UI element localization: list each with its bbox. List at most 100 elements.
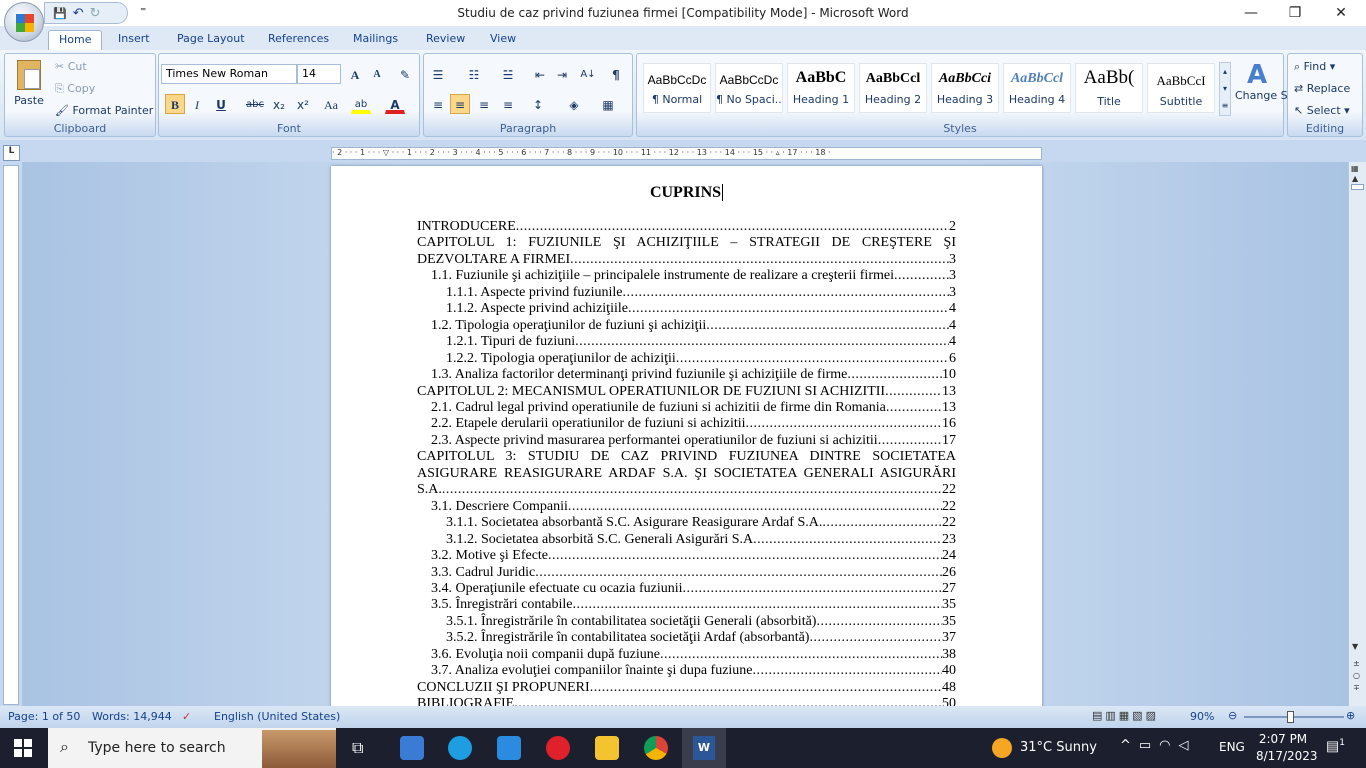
change-styles-button[interactable]: A Change Styles bbox=[1235, 60, 1314, 102]
document-page[interactable]: CUPRINS​ INTRODUCERE 2CAPITOLUL 1: FUZIUN… bbox=[331, 166, 1042, 706]
toc-entry[interactable]: 2.2. Etapele derularii operatiunilor de … bbox=[417, 416, 956, 432]
windows-start-icon[interactable] bbox=[14, 739, 32, 757]
line-spacing-button[interactable]: ↕ bbox=[528, 94, 548, 114]
paste-button[interactable]: Paste bbox=[11, 58, 47, 124]
underline-button[interactable]: U bbox=[211, 94, 231, 114]
style-heading-3[interactable]: AaBbCci Heading 3 bbox=[931, 63, 999, 113]
app-icon[interactable] bbox=[400, 736, 424, 760]
find-button[interactable]: ⌕ Find ▾ bbox=[1294, 60, 1335, 74]
page-count[interactable]: Page: 1 of 50 bbox=[8, 710, 80, 723]
align-right-button[interactable]: ≡ bbox=[474, 94, 494, 114]
office-button[interactable] bbox=[4, 2, 44, 42]
font-size-dropdown[interactable]: 14 bbox=[297, 64, 341, 84]
cut-button[interactable]: ✂ Cut bbox=[55, 60, 87, 73]
redo-icon[interactable]: ↻ bbox=[90, 6, 101, 21]
shrink-font-button[interactable]: A bbox=[367, 64, 387, 84]
subscript-button[interactable]: x₂ bbox=[269, 94, 289, 114]
zoom-in-icon[interactable]: ⊕ bbox=[1346, 709, 1355, 722]
justify-button[interactable]: ≡ bbox=[498, 94, 518, 114]
taskbar-search[interactable]: ⌕ Type here to search bbox=[48, 728, 336, 768]
toc-entry[interactable]: 1.2. Tipologia operaţiunilor de fuziuni … bbox=[417, 318, 956, 334]
tab-references[interactable]: References bbox=[258, 30, 339, 50]
toc-entry[interactable]: CAPITOLUL 2: MECANISMUL OPERATIUNILOR DE… bbox=[417, 384, 956, 400]
toc-entry[interactable]: 3.5. Înregistrări contabile 35 bbox=[417, 597, 956, 613]
toc-entry[interactable]: 3.7. Analiza evoluţiei companiilor înain… bbox=[417, 663, 956, 679]
edge-icon[interactable] bbox=[448, 736, 472, 760]
change-case-button[interactable]: Aa bbox=[317, 94, 345, 114]
toc-entry[interactable]: CONCLUZII ŞI PROPUNERI 48 bbox=[417, 680, 956, 696]
replace-button[interactable]: ⇄ Replace bbox=[1294, 82, 1350, 95]
format-painter-button[interactable]: 🖌 Format Painter bbox=[55, 104, 153, 117]
chrome-icon[interactable] bbox=[644, 736, 668, 760]
customize-qat-icon[interactable]: ⁼ bbox=[140, 4, 146, 18]
save-icon[interactable]: 💾 bbox=[53, 7, 67, 20]
horizontal-ruler[interactable]: · 2 · · · 1 · · · ▽ · · · 1 · · · 2 · · … bbox=[331, 147, 1042, 160]
view-buttons[interactable]: ▤▥▦▧▨ bbox=[1092, 709, 1159, 722]
vertical-scrollbar[interactable]: ▦ ▲ ▼ ± ○ ∓ bbox=[1348, 162, 1366, 706]
system-tray-icons[interactable]: ^▭◠◁ bbox=[1120, 738, 1197, 753]
toc-entry[interactable]: 3.5.1. Înregistrările în contabilitatea … bbox=[417, 614, 956, 630]
select-button[interactable]: ↖ Select ▾ bbox=[1294, 104, 1350, 117]
toc-entry[interactable]: 1.1.2. Aspecte privind achiziţiile 4 bbox=[417, 301, 956, 317]
font-name-dropdown[interactable]: Times New Roman bbox=[161, 64, 297, 84]
toc-entry[interactable]: 3.4. Operaţiunile efectuate cu ocazia fu… bbox=[417, 581, 956, 597]
style-heading-2[interactable]: AaBbCcl Heading 2 bbox=[859, 63, 927, 113]
show-formatting-button[interactable]: ¶ bbox=[606, 64, 626, 84]
tab-insert[interactable]: Insert bbox=[108, 30, 160, 50]
tab-mailings[interactable]: Mailings bbox=[343, 30, 408, 50]
tab-home[interactable]: Home bbox=[48, 30, 103, 50]
center-button[interactable]: ≡ bbox=[450, 94, 470, 114]
font-color-button[interactable]: A bbox=[385, 94, 405, 114]
style-normal[interactable]: AaBbCcDc ¶ Normal bbox=[643, 63, 711, 113]
superscript-button[interactable]: x² bbox=[293, 94, 313, 114]
style-title[interactable]: AaBb(Title bbox=[1075, 63, 1143, 113]
toc-entry[interactable]: 2.3. Aspecte privind masurarea performan… bbox=[417, 433, 956, 449]
increase-indent-button[interactable]: ⇥ bbox=[552, 64, 572, 84]
toc-entry[interactable]: 1.1.1. Aspecte privind fuziunile 3 bbox=[417, 285, 956, 301]
borders-button[interactable]: ▦ bbox=[598, 94, 618, 114]
numbering-button[interactable]: ☷ bbox=[464, 64, 484, 84]
strikethrough-button[interactable]: abc bbox=[245, 94, 265, 114]
tab-review[interactable]: Review bbox=[416, 30, 475, 50]
toc-entry[interactable]: 3.1.2. Societatea absorbită S.C. General… bbox=[417, 532, 956, 548]
opera-icon[interactable] bbox=[546, 736, 570, 760]
toc-entry[interactable]: 2.1. Cadrul legal privind operatiunile d… bbox=[417, 400, 956, 416]
toc-entry[interactable]: CAPITOLUL 1: FUZIUNILE ŞI ACHIZIŢIILE – … bbox=[417, 235, 956, 268]
word-count[interactable]: Words: 14,944 bbox=[92, 710, 172, 723]
toc-entry[interactable]: 3.6. Evoluţia noii companii după fuziune… bbox=[417, 647, 956, 663]
shading-button[interactable]: ◈ bbox=[564, 94, 584, 114]
close-button[interactable]: ✕ bbox=[1318, 0, 1364, 26]
minimize-button[interactable]: — bbox=[1228, 0, 1274, 26]
style-heading-4[interactable]: AaBbCcl Heading 4 bbox=[1003, 63, 1071, 113]
multilevel-list-button[interactable]: ☱ bbox=[498, 64, 518, 84]
style-no-spacing[interactable]: AaBbCcDc ¶ No Spaci... bbox=[715, 63, 783, 113]
browse-object-icons[interactable]: ± ○ ∓ bbox=[1353, 658, 1360, 694]
toc-entry[interactable]: INTRODUCERE 2 bbox=[417, 219, 956, 235]
vertical-ruler[interactable] bbox=[3, 165, 19, 705]
toc-entry[interactable]: 3.5.2. Înregistrările în contabilitatea … bbox=[417, 630, 956, 646]
clock[interactable]: 2:07 PM 8/17/2023 bbox=[1256, 732, 1318, 763]
scroll-up-icon[interactable]: ▲ bbox=[1352, 174, 1358, 183]
ruler-toggle-icon[interactable]: ▦ bbox=[1351, 164, 1359, 173]
toc-entry[interactable]: BIBLIOGRAFIE 50 bbox=[417, 696, 956, 706]
italic-button[interactable]: I bbox=[187, 94, 207, 114]
toc-entry[interactable]: 1.2.1. Tipuri de fuziuni 4 bbox=[417, 334, 956, 350]
toc-entry[interactable]: 3.3. Cadrul Juridic 26 bbox=[417, 565, 956, 581]
styles-scroll[interactable]: ▴ ▾ ≡ bbox=[1219, 62, 1231, 116]
clear-formatting-button[interactable]: ✎ bbox=[395, 64, 415, 84]
store-icon[interactable] bbox=[497, 736, 521, 760]
language[interactable]: English (United States) bbox=[214, 710, 340, 723]
proofing-icon[interactable]: ✓ bbox=[182, 710, 191, 723]
bold-button[interactable]: B bbox=[165, 94, 185, 114]
toc-entry[interactable]: 1.3. Analiza factorilor determinanţi pri… bbox=[417, 367, 956, 383]
word-taskbar-button[interactable]: W bbox=[682, 728, 726, 768]
toc-entry[interactable]: CAPITOLUL 3: STUDIU DE CAZ PRIVIND FUZIU… bbox=[417, 449, 956, 498]
highlight-button[interactable]: ab bbox=[351, 94, 371, 114]
toc-entry[interactable]: 1.1. Fuziunile şi achiziţiile – principa… bbox=[417, 268, 956, 284]
toc-entry[interactable]: 3.1. Descriere Companii 22 bbox=[417, 499, 956, 515]
zoom-slider[interactable] bbox=[1244, 711, 1344, 723]
notifications-icon[interactable]: ▤1 bbox=[1326, 738, 1345, 755]
toc-entry[interactable]: 1.2.2. Tipologia operaţiunilor de achizi… bbox=[417, 351, 956, 367]
maximize-button[interactable]: ❐ bbox=[1272, 0, 1318, 26]
zoom-level[interactable]: 90% bbox=[1190, 710, 1214, 723]
